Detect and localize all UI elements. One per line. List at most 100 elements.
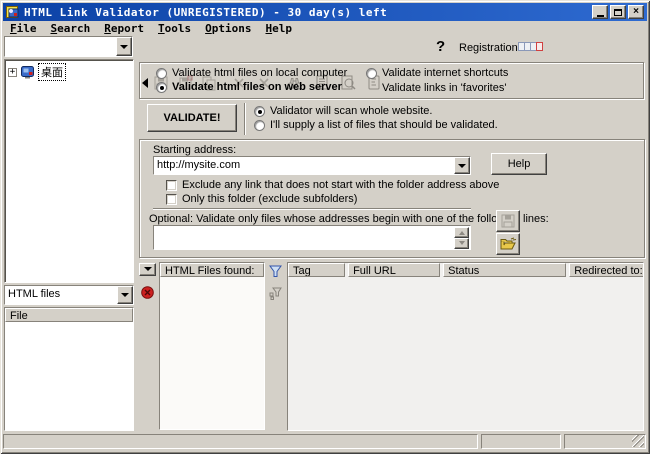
mode-option-label[interactable]: Validate html files on web server (172, 81, 342, 93)
checkbox-icon[interactable] (166, 180, 177, 191)
results-table[interactable]: Tag Full URL Status Redirected to: (287, 262, 644, 431)
scan-option-label[interactable]: I'll supply a list of files that should … (270, 119, 498, 131)
chevron-down-icon (120, 45, 128, 53)
divider (244, 103, 246, 135)
close-button[interactable]: × (628, 5, 644, 19)
menu-search[interactable]: Search (46, 22, 96, 36)
scroll-up-button[interactable] (454, 227, 469, 238)
exclude-links-label[interactable]: Exclude any link that does not start wit… (182, 179, 499, 191)
maximize-button[interactable] (610, 5, 626, 19)
optional-lines-value[interactable] (154, 226, 470, 230)
starting-address-group: Starting address: http://mysite.com Help… (139, 139, 645, 258)
folder-tree-panel[interactable]: + 桌面 (4, 59, 134, 283)
desktop-icon (21, 66, 35, 79)
exclude-links-option[interactable]: Exclude any link that does not start wit… (166, 179, 499, 191)
maximize-icon (614, 9, 622, 16)
column-header-full-url[interactable]: Full URL (348, 263, 440, 277)
collapse-panel-button[interactable] (139, 263, 156, 276)
radio-icon[interactable] (156, 82, 167, 93)
help-question-button[interactable]: ? (436, 38, 445, 55)
column-header-redirected[interactable]: Redirected to: (569, 263, 644, 277)
menu-file[interactable]: File (5, 22, 42, 36)
mode-option-webserver[interactable]: Validate html files on web server (156, 81, 342, 93)
mode-option-shortcuts[interactable]: Validate internet shortcuts (366, 67, 508, 79)
trial-meter-icon (519, 42, 543, 51)
title-bar: HTML Link Validator (UNREGISTERED) - 30 … (3, 3, 647, 21)
close-icon: × (633, 7, 639, 17)
registration-link[interactable]: Registration (459, 42, 518, 54)
file-type-combo-dropdown-button[interactable] (117, 286, 133, 304)
column-header-tag[interactable]: Tag (288, 263, 345, 277)
column-header-status[interactable]: Status (443, 263, 566, 277)
arrow-up-icon (459, 228, 465, 235)
chevron-down-icon (458, 164, 466, 172)
checkbox-icon[interactable] (166, 194, 177, 205)
validate-button[interactable]: VALIDATE! (147, 104, 237, 132)
optional-lines-textarea[interactable] (153, 225, 471, 250)
minimize-button[interactable] (592, 5, 608, 19)
file-list-panel[interactable]: File (4, 307, 134, 431)
radio-icon[interactable] (254, 106, 265, 117)
starting-address-combo[interactable]: http://mysite.com (153, 156, 471, 175)
address-combo[interactable] (4, 36, 133, 57)
radio-icon[interactable] (254, 120, 265, 131)
menu-options[interactable]: Options (200, 22, 256, 36)
mode-option-local[interactable]: Validate html files on local computer (156, 67, 347, 79)
address-combo-dropdown-button[interactable] (116, 37, 132, 56)
optional-scrollbar[interactable] (454, 227, 469, 248)
scan-option-label[interactable]: Validator will scan whole website. (270, 105, 432, 117)
divider (153, 208, 471, 210)
stop-icon[interactable] (141, 286, 154, 299)
only-folder-option[interactable]: Only this folder (exclude subfolders) (166, 193, 357, 205)
filter-icon (269, 265, 282, 278)
menu-tools[interactable]: Tools (153, 22, 196, 36)
open-list-button[interactable] (496, 233, 520, 255)
file-column-header[interactable]: File (5, 308, 133, 322)
menu-bar: File Search Report Tools Options Help (5, 22, 297, 36)
menu-help[interactable]: Help (261, 22, 298, 36)
resize-grip[interactable] (632, 435, 644, 447)
minimize-icon (597, 15, 604, 17)
files-found-header[interactable]: HTML Files found: (160, 263, 264, 277)
scroll-down-button[interactable] (454, 238, 469, 249)
chevron-down-icon (144, 267, 152, 275)
file-type-combo-value[interactable]: HTML files (5, 286, 117, 304)
menu-report[interactable]: Report (99, 22, 149, 36)
mode-option-favorites[interactable]: Validate links in 'favorites' (382, 82, 506, 94)
mode-option-label[interactable]: Validate html files on local computer (172, 67, 347, 79)
only-folder-label[interactable]: Only this folder (exclude subfolders) (182, 193, 357, 205)
address-combo-value[interactable] (5, 37, 116, 56)
save-list-button[interactable] (496, 210, 520, 232)
scan-option-whole-site[interactable]: Validator will scan whole website. (254, 105, 432, 117)
files-found-panel[interactable]: HTML Files found: (159, 262, 265, 430)
status-bar-main (3, 434, 478, 449)
chevron-down-icon (121, 293, 129, 301)
starting-address-label: Starting address: (153, 144, 236, 156)
window-title: HTML Link Validator (UNREGISTERED) - 30 … (24, 6, 387, 19)
mode-option-label[interactable]: Validate links in 'favorites' (382, 82, 506, 94)
tree-root-row[interactable]: + 桌面 (5, 60, 133, 84)
file-type-combo[interactable]: HTML files (4, 285, 134, 305)
tree-root-label[interactable]: 桌面 (39, 64, 65, 80)
optional-label: Optional: Validate only files whose addr… (149, 213, 549, 225)
results-toolbar (139, 262, 158, 431)
radio-icon[interactable] (366, 68, 377, 79)
tree-expand-button[interactable]: + (8, 68, 17, 77)
status-bar-pane2 (481, 434, 561, 449)
results-table-header-row: Tag Full URL Status Redirected to: (288, 263, 643, 277)
mode-options-group: Validate html files on local computer Va… (139, 62, 644, 99)
filter-settings-icon (269, 287, 282, 300)
toolbar: ? Registration (0, 35, 650, 59)
scan-option-file-list[interactable]: I'll supply a list of files that should … (254, 119, 498, 131)
open-folder-icon (500, 237, 517, 251)
app-icon (6, 5, 20, 19)
starting-address-dropdown-button[interactable] (454, 157, 470, 174)
starting-address-value[interactable]: http://mysite.com (154, 157, 454, 174)
filter-settings-button[interactable] (266, 285, 284, 302)
filter-button[interactable] (266, 263, 284, 280)
mode-option-label[interactable]: Validate internet shortcuts (382, 67, 508, 79)
status-bar-pane3 (564, 434, 646, 449)
app-window: HTML Link Validator (UNREGISTERED) - 30 … (0, 0, 650, 454)
radio-icon[interactable] (156, 68, 167, 79)
help-button[interactable]: Help (491, 153, 547, 175)
